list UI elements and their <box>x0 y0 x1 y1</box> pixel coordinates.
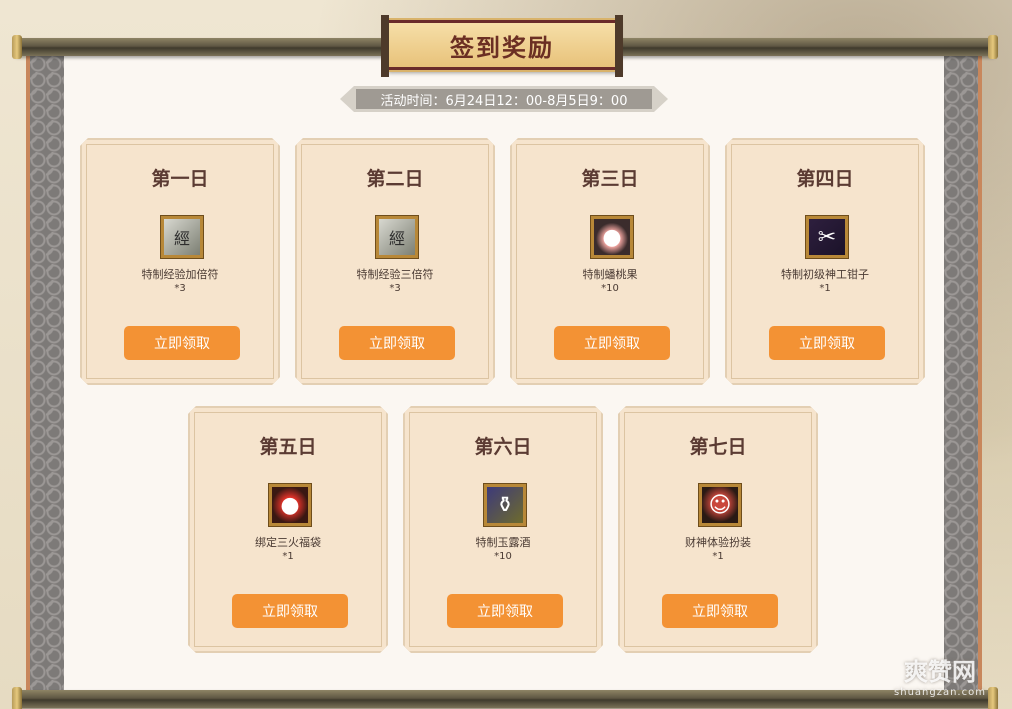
claim-button[interactable]: 立即领取 <box>662 594 778 628</box>
item-name: 特制初级神工钳子 <box>781 268 869 281</box>
event-time-ribbon: 活动时间：6月24日12：00-8月5日9：00 <box>340 86 668 112</box>
scroll-rod-bottom <box>12 687 998 709</box>
scroll-side-border-right <box>944 56 982 690</box>
item-quantity: *1 <box>282 551 294 562</box>
claim-button[interactable]: 立即领取 <box>339 326 455 360</box>
exp-scroll-icon[interactable]: 經 <box>161 216 203 258</box>
god-of-wealth-icon[interactable]: ☺ <box>699 484 741 526</box>
claim-button[interactable]: 立即领取 <box>447 594 563 628</box>
item-name: 特制经验加倍符 <box>141 268 219 281</box>
item-quantity: *1 <box>819 283 831 294</box>
icon-glyph: ● <box>602 224 622 250</box>
reward-card-day1: 第一日 經 特制经验加倍符 *3 立即领取 <box>80 138 280 385</box>
card-day-label: 第五日 <box>259 436 317 458</box>
icon-glyph: 經 <box>173 229 190 248</box>
icon-glyph: ✂ <box>817 224 837 250</box>
item-quantity: *10 <box>494 551 512 562</box>
card-day-label: 第六日 <box>474 436 532 458</box>
pliers-icon[interactable]: ✂ <box>806 216 848 258</box>
item-name: 特制经验三倍符 <box>356 268 434 281</box>
claim-button[interactable]: 立即领取 <box>232 594 348 628</box>
item-quantity: *1 <box>712 551 724 562</box>
exp-scroll-icon[interactable]: 經 <box>376 216 418 258</box>
watermark: 爽赞网 shuangzan.com <box>884 652 996 698</box>
card-day-label: 第二日 <box>366 168 424 190</box>
reward-card-day6: 第六日 ⚱ 特制玉露酒 *10 立即领取 <box>403 406 603 653</box>
icon-glyph: ● <box>280 492 300 518</box>
reward-card-day3: 第三日 ● 特制蟠桃果 *10 立即领取 <box>510 138 710 385</box>
peach-icon[interactable]: ● <box>591 216 633 258</box>
claim-button[interactable]: 立即领取 <box>124 326 240 360</box>
item-quantity: *3 <box>174 283 186 294</box>
icon-glyph: ⚱ <box>495 492 515 518</box>
icon-glyph: ☺ <box>708 492 732 518</box>
claim-button[interactable]: 立即领取 <box>769 326 885 360</box>
reward-card-day5: 第五日 ● 绑定三火福袋 *1 立即领取 <box>188 406 388 653</box>
claim-button[interactable]: 立即领取 <box>554 326 670 360</box>
reward-card-day7: 第七日 ☺ 财神体验扮装 *1 立即领取 <box>618 406 818 653</box>
item-name: 特制玉露酒 <box>475 536 531 549</box>
card-day-label: 第四日 <box>796 168 854 190</box>
item-name: 绑定三火福袋 <box>255 536 321 549</box>
card-day-label: 第七日 <box>689 436 747 458</box>
card-day-label: 第三日 <box>581 168 639 190</box>
wine-jug-icon[interactable]: ⚱ <box>484 484 526 526</box>
title-plaque: 签到奖励 <box>381 15 623 77</box>
reward-card-day4: 第四日 ✂ 特制初级神工钳子 *1 立即领取 <box>725 138 925 385</box>
item-name: 特制蟠桃果 <box>582 268 638 281</box>
event-time-text: 活动时间：6月24日12：00-8月5日9：00 <box>380 93 628 109</box>
reward-card-day2: 第二日 經 特制经验三倍符 *3 立即领取 <box>295 138 495 385</box>
lucky-bag-icon[interactable]: ● <box>269 484 311 526</box>
scroll-side-border-left <box>26 56 64 690</box>
watermark-main: 爽赞网 <box>904 658 976 686</box>
card-day-label: 第一日 <box>151 168 209 190</box>
icon-glyph: 經 <box>388 229 405 248</box>
item-name: 财神体验扮装 <box>685 536 751 549</box>
item-quantity: *10 <box>601 283 619 294</box>
item-quantity: *3 <box>389 283 401 294</box>
watermark-sub: shuangzan.com <box>894 687 986 698</box>
page-title: 签到奖励 <box>450 33 554 62</box>
